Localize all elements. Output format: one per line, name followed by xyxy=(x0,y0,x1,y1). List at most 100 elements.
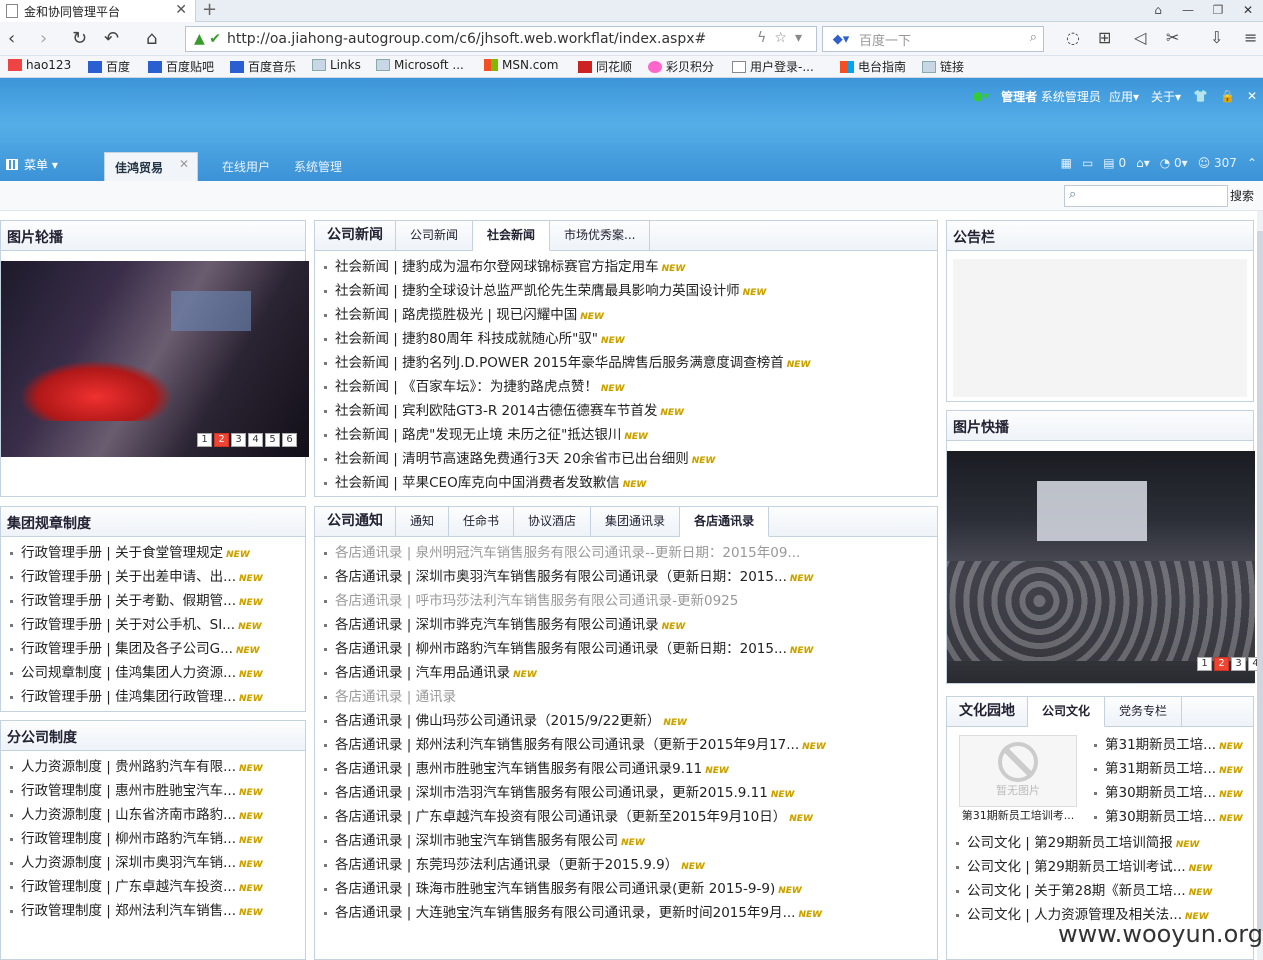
list-item[interactable]: 行政管理手册 | 关于出差申请、出... NEW xyxy=(1,565,305,589)
list-item[interactable]: 社会新闻 | 路虎揽胜极光 | 现已闪耀中国 NEW xyxy=(315,303,937,327)
skin-icon[interactable]: ⌂ xyxy=(1143,0,1173,22)
home-icon[interactable]: ⌂ xyxy=(146,28,157,50)
browser-tab[interactable]: 金和协同管理平台 ✕ xyxy=(0,0,196,22)
list-item[interactable]: 行政管理制度 | 惠州市胜驰宝汽车... NEW xyxy=(1,779,305,803)
bookmark-item[interactable]: 用户登录-... xyxy=(732,58,814,75)
bookmark-item[interactable]: 百度 xyxy=(88,58,130,75)
menu-icon[interactable]: ≡ xyxy=(1244,28,1257,47)
tab-social-news[interactable]: 社会新闻 xyxy=(473,221,551,251)
quickpics-image[interactable] xyxy=(947,451,1255,683)
baidu-icon[interactable]: ◆▾ xyxy=(823,32,859,47)
apps-icon[interactable]: ⊞ xyxy=(1098,28,1111,47)
list-item[interactable]: 各店通讯录 | 深圳市驰宝汽车销售服务有限公司 NEW xyxy=(315,829,937,853)
list-item[interactable]: 公司文化 | 第29期新员工培训简报 NEW xyxy=(947,831,1255,855)
list-item[interactable]: 各店通讯录 | 泉州明冠汽车销售服务有限公司通讯录--更新日期：2015年09.… xyxy=(315,541,937,565)
list-item[interactable]: 各店通讯录 | 柳州市路豹汽车销售服务有限公司通讯录（更新日期：2015... N… xyxy=(315,637,937,661)
restore-button[interactable]: ❐ xyxy=(1203,0,1233,22)
chat-icon[interactable]: ◌ xyxy=(1066,28,1080,47)
tab-appointment[interactable]: 任命书 xyxy=(449,507,515,537)
list-item[interactable]: 各店通讯录 | 深圳市奥羽汽车销售服务有限公司通讯录（更新日期：2015... N… xyxy=(315,565,937,589)
list-item[interactable]: 第31期新员工培... NEW xyxy=(1085,757,1255,781)
monitor-icon[interactable]: ▭ xyxy=(1082,156,1093,170)
list-item[interactable]: 社会新闻 | 《百家车坛》：为捷豹路虎点赞！ NEW xyxy=(315,375,937,399)
list-item[interactable]: 各店通讯录 | 深圳市浩羽汽车销售服务有限公司通讯录，更新2015.9.11 NE… xyxy=(315,781,937,805)
new-tab-button[interactable]: + xyxy=(202,0,217,20)
tab-company-news[interactable]: 公司新闻 xyxy=(396,221,474,251)
tab-store-directory[interactable]: 各店通讯录 xyxy=(680,507,770,537)
list-item[interactable]: 各店通讯录 | 深圳市骅克汽车销售服务有限公司通讯录 NEW xyxy=(315,613,937,637)
list-item[interactable]: 行政管理制度 | 柳州市路豹汽车销... NEW xyxy=(1,827,305,851)
page-button[interactable]: 1 xyxy=(197,433,212,447)
bookmark-item[interactable]: 链接 xyxy=(922,58,964,75)
list-item[interactable]: 社会新闻 | 捷豹成为温布尔登网球锦标赛官方指定用车 NEW xyxy=(315,255,937,279)
address-bar[interactable]: ▲ ✔ http://oa.jiahong-autogroup.com/c6/j… xyxy=(185,26,817,52)
list-item[interactable]: 行政管理手册 | 关于考勤、假期管... NEW xyxy=(1,589,305,613)
list-item[interactable]: 公司文化 | 关于第28期《新员工培... NEW xyxy=(947,879,1255,903)
close-window-button[interactable]: ✕ xyxy=(1233,0,1263,22)
slideshow-image[interactable] xyxy=(1,261,309,457)
undo-icon[interactable]: ↶ xyxy=(104,28,119,50)
list-item[interactable]: 各店通讯录 | 佛山玛莎公司通讯录（2015/9/22更新） NEW xyxy=(315,709,937,733)
shirt-icon[interactable]: 👕 xyxy=(1193,89,1208,103)
list-item[interactable]: 行政管理手册 | 集团及各子公司G... NEW xyxy=(1,637,305,661)
list-item[interactable]: 各店通讯录 | 呼市玛莎法利汽车销售服务有限公司通讯录-更新0925 xyxy=(315,589,937,613)
star-icon[interactable]: ϟ☆▾ xyxy=(757,30,810,46)
bookmark-item[interactable]: MSN.com xyxy=(484,58,558,72)
scissors-icon[interactable]: ✂ xyxy=(1166,28,1179,47)
users-icon[interactable]: ☺ 307 xyxy=(1198,156,1237,170)
search-button[interactable]: 搜索 xyxy=(1230,187,1254,204)
tab-hotels[interactable]: 协议酒店 xyxy=(514,507,592,537)
online-status-icon[interactable]: ●▾ xyxy=(973,89,990,103)
list-item[interactable]: 各店通讯录 | 通讯录 xyxy=(315,685,937,709)
bookmark-item[interactable]: hao123 xyxy=(8,58,71,72)
list-item[interactable]: 各店通讯录 | 郑州法利汽车销售服务有限公司通讯录（更新于2015年9月17..… xyxy=(315,733,937,757)
list-item[interactable]: 第30期新员工培... NEW xyxy=(1085,781,1255,805)
tab-online-users[interactable]: 在线用户 xyxy=(222,158,270,175)
reload-icon[interactable]: ↻ xyxy=(72,28,87,50)
list-item[interactable]: 各店通讯录 | 东莞玛莎法利店通讯录（更新于2015.9.9） NEW xyxy=(315,853,937,877)
page-button[interactable]: 2 xyxy=(1214,657,1229,671)
bookmark-item[interactable]: 彩贝积分 xyxy=(648,58,714,75)
table-icon[interactable]: ▦ xyxy=(1061,156,1072,170)
list-item[interactable]: 人力资源制度 | 贵州路豹汽车有限... NEW xyxy=(1,755,305,779)
lock-icon[interactable]: 🔒 xyxy=(1220,89,1235,103)
list-item[interactable]: 社会新闻 | 捷豹80周年 科技成就随心所"驭" NEW xyxy=(315,327,937,351)
close-tab-icon[interactable]: ✕ xyxy=(175,2,187,18)
home-icon[interactable]: ⌂▾ xyxy=(1136,156,1150,170)
list-item[interactable]: 第31期新员工培... NEW xyxy=(1085,733,1255,757)
tab-notice[interactable]: 通知 xyxy=(396,507,450,537)
back-icon[interactable]: ‹ xyxy=(8,28,15,50)
list-item[interactable]: 各店通讯录 | 广东卓越汽车投资有限公司通讯录（更新至2015年9月10日） NE… xyxy=(315,805,937,829)
list-item[interactable]: 行政管理手册 | 关于对公手机、SI... NEW xyxy=(1,613,305,637)
list-item[interactable]: 社会新闻 | 捷豹名列J.D.POWER 2015年豪华品牌售后服务满意度调查榜… xyxy=(315,351,937,375)
list-item[interactable]: 社会新闻 | 苹果CEO库克向中国消费者发致歉信 NEW xyxy=(315,471,937,495)
page-button[interactable]: 6 xyxy=(282,433,297,447)
list-item[interactable]: 人力资源制度 | 山东省济南市路豹... NEW xyxy=(1,803,305,827)
list-item[interactable]: 社会新闻 | 清明节高速路免费通行3天 20余省市已出台细则 NEW xyxy=(315,447,937,471)
list-item[interactable]: 公司规章制度 | 佳鸿集团人力资源... NEW xyxy=(1,661,305,685)
page-button[interactable]: 5 xyxy=(265,433,280,447)
list-item[interactable]: 人力资源制度 | 深圳市奥羽汽车销... NEW xyxy=(1,851,305,875)
list-item[interactable]: 行政管理制度 | 广东卓越汽车投资... NEW xyxy=(1,875,305,899)
bookmark-item[interactable]: 百度音乐 xyxy=(230,58,296,75)
list-item[interactable]: 各店通讯录 | 珠海市胜驰宝汽车销售服务有限公司通讯录(更新 2015-9-9)… xyxy=(315,877,937,901)
admin-name[interactable]: 系统管理员 xyxy=(1041,90,1101,104)
bookmark-item[interactable]: 同花顺 xyxy=(578,58,632,75)
page-button[interactable]: 1 xyxy=(1197,657,1212,671)
close-tab-icon[interactable]: ✕ xyxy=(179,157,189,171)
tab-market-cases[interactable]: 市场优秀案... xyxy=(550,221,651,251)
app-menu[interactable]: 应用▾ xyxy=(1109,88,1139,105)
page-button[interactable]: 3 xyxy=(1231,657,1246,671)
search-input[interactable]: ⌕ xyxy=(1064,185,1228,207)
list-item[interactable]: 社会新闻 | 捷豹全球设计总监严凯伦先生荣膺最具影响力英国设计师 NEW xyxy=(315,279,937,303)
list-item[interactable]: 社会新闻 | 宾利欧陆GT3-R 2014古德伍德赛车节首发 NEW xyxy=(315,399,937,423)
search-engine-box[interactable]: ◆▾ 百度一下 ⌕ xyxy=(822,26,1044,52)
bookmark-item[interactable]: Microsoft ... xyxy=(376,58,464,72)
tab-group-directory[interactable]: 集团通讯录 xyxy=(591,507,681,537)
chat-icon[interactable]: ◔ 0▾ xyxy=(1160,156,1188,170)
page-button[interactable]: 3 xyxy=(231,433,246,447)
about-menu[interactable]: 关于▾ xyxy=(1151,88,1181,105)
page-button[interactable]: 4 xyxy=(248,433,263,447)
list-item[interactable]: 第30期新员工培... NEW xyxy=(1085,805,1255,829)
tab-company-culture[interactable]: 公司文化 xyxy=(1028,697,1106,727)
